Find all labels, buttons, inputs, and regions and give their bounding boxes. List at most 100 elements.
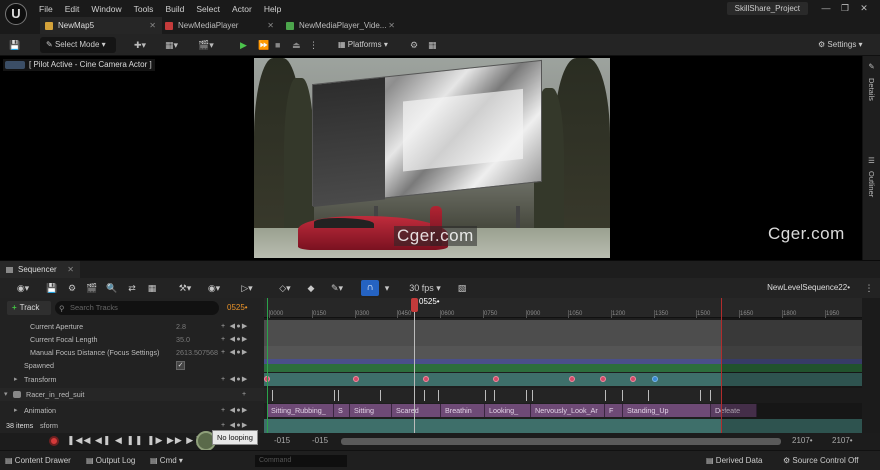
more-options-icon[interactable]: ⋮ bbox=[862, 281, 876, 295]
keyframe[interactable] bbox=[630, 376, 636, 382]
keyframe[interactable] bbox=[652, 376, 658, 382]
playback-start-marker[interactable] bbox=[267, 298, 268, 433]
camera-cut-icon[interactable]: ▦ bbox=[146, 281, 158, 295]
stop-icon[interactable]: ■ bbox=[275, 38, 280, 52]
track-key-controls[interactable]: + ◀●▶ bbox=[221, 320, 249, 333]
chevron-down-icon[interactable]: ▾ bbox=[382, 281, 392, 295]
animation-clip[interactable]: Sitting_Rubbing_ bbox=[267, 404, 334, 417]
step-icon[interactable]: ⏩ bbox=[258, 38, 269, 52]
pencil-icon[interactable]: ✎ bbox=[867, 62, 876, 71]
expand-arrow-icon[interactable]: ▸ bbox=[14, 404, 18, 417]
pause-icon[interactable]: ❚❚ bbox=[126, 435, 143, 445]
track-value[interactable]: 2.8 bbox=[176, 320, 186, 333]
timeline-tracks[interactable]: 0000 0150 0300 0450 0600 0750 0900 1050 … bbox=[264, 297, 862, 433]
animation-clip[interactable]: Breathin bbox=[441, 404, 485, 417]
command-input[interactable]: Command bbox=[255, 455, 347, 467]
close-tab-icon[interactable]: ✕ bbox=[149, 17, 156, 34]
keyframe[interactable] bbox=[423, 376, 429, 382]
view-range-end[interactable]: 2107• bbox=[832, 436, 853, 445]
record-button[interactable] bbox=[49, 436, 59, 446]
camera-icon[interactable]: ⚙ bbox=[66, 281, 78, 295]
track-row-transform[interactable]: ▸ Transform + ◀●▶ bbox=[0, 373, 264, 386]
cmd-dropdown[interactable]: ▤ Cmd ▾ bbox=[150, 454, 183, 468]
menu-help[interactable]: Help bbox=[264, 4, 281, 14]
close-tab-icon[interactable]: ✕ bbox=[388, 17, 395, 34]
save-sequence-icon[interactable]: 💾 bbox=[46, 281, 58, 295]
play-reverse-icon[interactable]: ◀ bbox=[115, 435, 123, 445]
export-icon[interactable]: ⇄ bbox=[126, 281, 138, 295]
actions-icon[interactable]: ⚒▾ bbox=[174, 281, 196, 295]
play-options-icon[interactable]: ⋮ bbox=[309, 38, 318, 52]
timeline-scrollbar[interactable] bbox=[341, 438, 781, 445]
close-tab-icon[interactable]: ✕ bbox=[267, 17, 274, 34]
find-icon[interactable]: 🔍 bbox=[106, 281, 118, 295]
track-key-controls[interactable]: + ◀●▶ bbox=[221, 333, 249, 346]
project-settings-icon[interactable]: ⚙ bbox=[410, 38, 418, 52]
eject-icon[interactable]: ⏏ bbox=[292, 38, 301, 52]
spawned-checkbox[interactable]: ✓ bbox=[176, 361, 185, 370]
outliner-tab[interactable]: Outliner bbox=[867, 171, 876, 197]
add-content-icon[interactable]: ✚▾ bbox=[134, 38, 146, 52]
pilot-camera-tag[interactable]: [ Pilot Active - Cine Camera Actor ] bbox=[3, 59, 155, 71]
close-tab-icon[interactable]: ✕ bbox=[67, 261, 74, 279]
step-forward-icon[interactable]: ❚▶ bbox=[147, 435, 163, 445]
playback-range-end[interactable]: 2107• bbox=[792, 436, 813, 445]
save-icon[interactable]: 💾 bbox=[9, 38, 20, 52]
select-mode-dropdown[interactable]: ✎ Select Mode ▾ bbox=[40, 37, 116, 53]
track-key-controls[interactable]: + ◀●▶ bbox=[221, 346, 249, 359]
animation-clip[interactable]: Looking_ bbox=[485, 404, 531, 417]
animation-clip[interactable]: Standing_Up bbox=[623, 404, 711, 417]
keyframe[interactable] bbox=[600, 376, 606, 382]
keyframe[interactable] bbox=[569, 376, 575, 382]
tab-newmap5[interactable]: NewMap5 ✕ bbox=[40, 17, 162, 34]
step-back-icon[interactable]: ◀❚ bbox=[95, 435, 111, 445]
current-frame-field[interactable]: 0525• bbox=[227, 301, 248, 315]
animation-clip[interactable]: Sitting bbox=[350, 404, 392, 417]
close-icon[interactable]: ✕ bbox=[858, 3, 870, 14]
play-icon[interactable]: ▶ bbox=[240, 38, 247, 52]
animation-clip[interactable]: Scared bbox=[392, 404, 441, 417]
animation-clip[interactable]: F bbox=[605, 404, 623, 417]
menu-tools[interactable]: Tools bbox=[134, 4, 154, 14]
tab-newmediaplayer-video[interactable]: NewMediaPlayer_Vide... ✕ bbox=[281, 17, 401, 34]
blueprint-icon[interactable]: ▦▾ bbox=[165, 38, 178, 52]
outliner-icon[interactable]: ☰ bbox=[867, 156, 876, 165]
brush-icon[interactable]: ✎▾ bbox=[326, 281, 348, 295]
menu-build[interactable]: Build bbox=[165, 4, 184, 14]
track-row-manual-focus-distance[interactable]: Manual Focus Distance (Focus Settings) 2… bbox=[0, 346, 264, 359]
sequencer-scrollbar[interactable] bbox=[862, 298, 880, 433]
minimize-icon[interactable]: — bbox=[820, 3, 832, 14]
menu-select[interactable]: Select bbox=[196, 4, 220, 14]
time-ruler[interactable]: 0000 0150 0300 0450 0600 0750 0900 1050 … bbox=[264, 298, 862, 318]
content-drawer-button[interactable]: ▤ Content Drawer bbox=[5, 454, 71, 468]
grid-icon[interactable]: ▦ bbox=[428, 38, 437, 52]
cinematics-icon[interactable]: 🎬▾ bbox=[198, 38, 214, 52]
view-range-start[interactable]: -015 bbox=[274, 436, 290, 445]
sequencer-tab[interactable]: Sequencer ✕ bbox=[0, 261, 80, 279]
playback-options-icon[interactable]: ▷▾ bbox=[236, 281, 258, 295]
track-row-animation[interactable]: ▸ Animation + ◀●▶ bbox=[0, 404, 264, 417]
track-row-racer-in-red-suit[interactable]: ▾ Racer_in_red_suit + bbox=[0, 388, 264, 401]
derived-data-button[interactable]: ▤ Derived Data bbox=[706, 454, 762, 468]
keyframe[interactable] bbox=[493, 376, 499, 382]
snap-magnet-icon[interactable]: ∩ bbox=[361, 280, 379, 296]
playhead-handle[interactable] bbox=[411, 298, 418, 312]
menu-file[interactable]: File bbox=[39, 4, 53, 14]
play-forward-icon[interactable]: ▶▶ bbox=[167, 435, 183, 445]
track-row-current-aperture[interactable]: Current Aperture 2.8 + ◀●▶ bbox=[0, 320, 264, 333]
search-tracks-input[interactable]: ⚲ Search Tracks bbox=[55, 301, 219, 315]
keyframe[interactable] bbox=[353, 376, 359, 382]
menu-actor[interactable]: Actor bbox=[232, 4, 252, 14]
animation-clip[interactable]: Nervously_Look_Ar bbox=[531, 404, 605, 417]
track-row-spawned[interactable]: Spawned ✓ bbox=[0, 359, 264, 372]
collapse-arrow-icon[interactable]: ▾ bbox=[4, 388, 8, 401]
fps-dropdown[interactable]: 30 fps ▾ bbox=[403, 281, 447, 295]
source-control-button[interactable]: ⚙ Source Control Off bbox=[783, 454, 859, 468]
view-options-icon[interactable]: ◉▾ bbox=[203, 281, 225, 295]
tab-newmediaplayer[interactable]: NewMediaPlayer ✕ bbox=[160, 17, 280, 34]
output-log-button[interactable]: ▤ Output Log bbox=[86, 454, 135, 468]
curve-editor-icon[interactable]: ▧ bbox=[455, 281, 469, 295]
menu-edit[interactable]: Edit bbox=[65, 4, 80, 14]
auto-key-icon[interactable]: ◆ bbox=[305, 281, 317, 295]
animation-clip[interactable]: S bbox=[334, 404, 350, 417]
